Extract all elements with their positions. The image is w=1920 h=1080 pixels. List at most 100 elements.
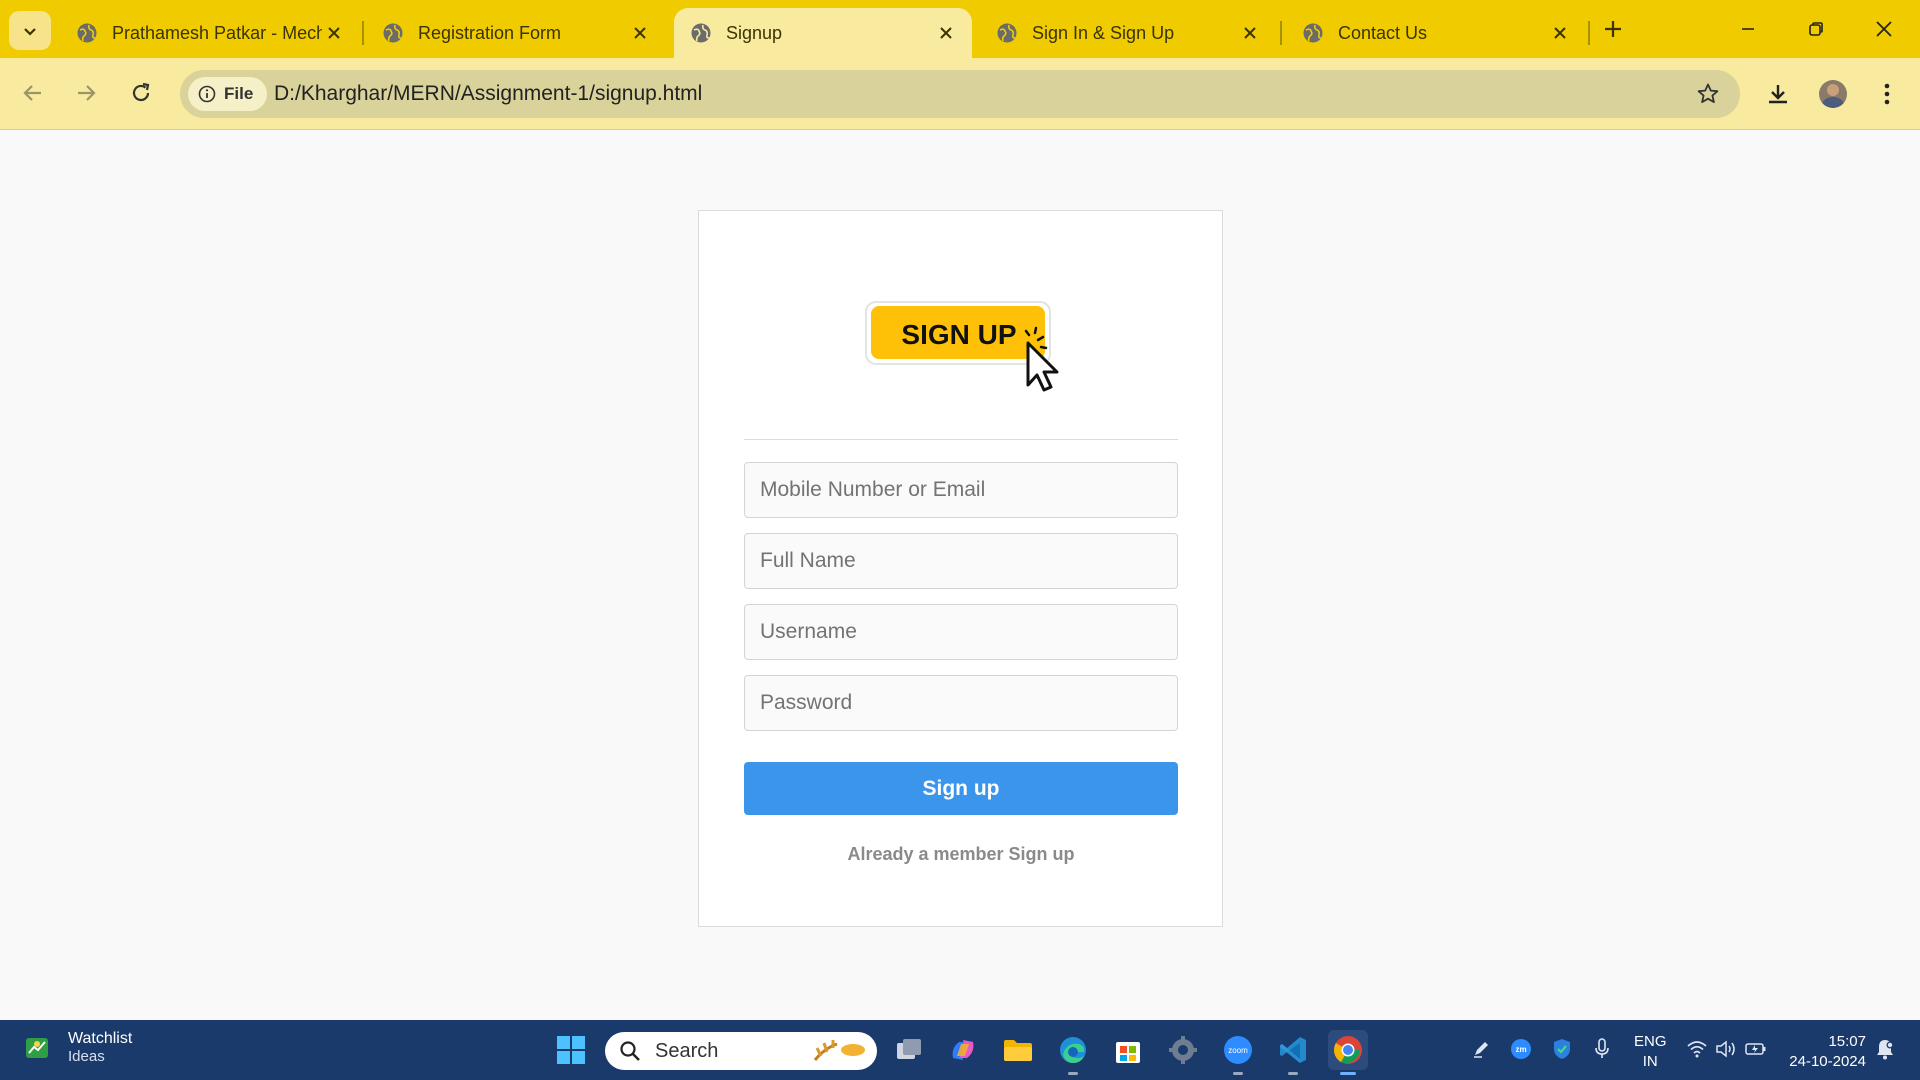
clock[interactable]: 15:07 24-10-2024: [1786, 1032, 1866, 1072]
close-icon[interactable]: [628, 21, 652, 45]
tab-title: Signup: [726, 22, 783, 43]
back-button[interactable]: [13, 73, 53, 113]
tab-4[interactable]: Sign In & Sign Up: [980, 8, 1276, 58]
svg-text:zm: zm: [1515, 1045, 1526, 1054]
full-name-input[interactable]: [744, 533, 1178, 589]
profile-button[interactable]: [1814, 75, 1852, 113]
bookmark-star-icon[interactable]: [1696, 82, 1720, 111]
volume-icon[interactable]: [1713, 1036, 1739, 1062]
signup-card: SIGN UP Sign up Already a member Sign up: [698, 210, 1223, 927]
language-code: ENG: [1634, 1033, 1667, 1050]
notification-icon[interactable]: [1872, 1036, 1898, 1062]
close-window-button[interactable]: [1856, 8, 1912, 50]
tab-3-active[interactable]: Signup: [674, 8, 972, 58]
store-icon: [1116, 1042, 1140, 1063]
start-button[interactable]: [551, 1030, 591, 1070]
avatar: [1819, 80, 1847, 108]
tab-separator: [1588, 21, 1590, 45]
tab-2[interactable]: Registration Form: [366, 8, 666, 58]
active-indicator: [1340, 1072, 1356, 1075]
globe-icon: [1303, 23, 1323, 43]
settings-button[interactable]: [1163, 1030, 1203, 1070]
battery-icon[interactable]: [1743, 1036, 1769, 1062]
stock-chart-icon: [20, 1031, 54, 1065]
password-input[interactable]: [744, 675, 1178, 731]
task-view-icon: [897, 1039, 921, 1059]
already-member-link[interactable]: Already a member Sign up: [744, 844, 1178, 865]
chrome-icon: [1334, 1036, 1362, 1064]
minimize-button[interactable]: [1720, 8, 1776, 50]
url-text: D:/Kharghar/MERN/Assignment-1/signup.htm…: [274, 82, 703, 105]
tab-separator: [362, 21, 364, 45]
tab-search-button[interactable]: [9, 11, 51, 50]
running-indicator: [1288, 1072, 1298, 1075]
wifi-icon[interactable]: [1684, 1036, 1710, 1062]
mobile-email-input[interactable]: [744, 462, 1178, 518]
globe-icon: [77, 23, 97, 43]
tab-1[interactable]: Prathamesh Patkar - Mecha: [60, 8, 360, 58]
logo-text: SIGN UP: [901, 319, 1016, 350]
username-input[interactable]: [744, 604, 1178, 660]
arrow-left-icon: [23, 85, 41, 101]
taskbar-search[interactable]: Search: [605, 1032, 877, 1070]
address-bar[interactable]: File D:/Kharghar/MERN/Assignment-1/signu…: [180, 70, 1740, 118]
close-icon: [1876, 21, 1892, 37]
file-explorer-button[interactable]: [998, 1030, 1038, 1070]
menu-button[interactable]: [1868, 75, 1906, 113]
signup-button[interactable]: Sign up: [744, 762, 1178, 815]
tab-title: Contact Us: [1338, 22, 1428, 43]
tab-title: Prathamesh Patkar - Mecha: [112, 22, 322, 43]
arrow-right-icon: [78, 85, 96, 101]
new-tab-button[interactable]: [1598, 14, 1628, 44]
signup-logo: SIGN UP: [865, 301, 1059, 392]
restore-button[interactable]: [1788, 8, 1844, 50]
pen-icon[interactable]: [1468, 1036, 1494, 1062]
close-icon[interactable]: [1548, 21, 1572, 45]
tab-separator: [1280, 21, 1282, 45]
close-icon[interactable]: [322, 21, 346, 45]
chevron-down-icon: [24, 27, 36, 36]
close-icon[interactable]: [934, 21, 958, 45]
zoom-button[interactable]: zoom: [1218, 1030, 1258, 1075]
copilot-icon: [952, 1040, 974, 1060]
globe-icon: [383, 23, 403, 43]
clock-time: 15:07: [1828, 1033, 1866, 1050]
language-indicator[interactable]: ENG IN: [1634, 1032, 1667, 1072]
browser-toolbar: File D:/Kharghar/MERN/Assignment-1/signu…: [0, 58, 1920, 130]
windows-icon: [557, 1036, 585, 1064]
edge-button[interactable]: [1053, 1030, 1093, 1075]
taskbar: Watchlist Ideas Search zoom zm ENG IN 15…: [0, 1020, 1920, 1080]
more-vertical-icon: [1884, 83, 1890, 105]
close-icon[interactable]: [1238, 21, 1262, 45]
globe-icon: [997, 23, 1017, 43]
reload-button[interactable]: [121, 73, 161, 113]
download-icon: [1769, 85, 1787, 104]
tab-5[interactable]: Contact Us: [1286, 8, 1586, 58]
minimize-icon: [1742, 28, 1754, 30]
search-icon: [620, 1041, 640, 1061]
microphone-icon[interactable]: [1589, 1036, 1615, 1062]
vscode-button[interactable]: [1273, 1030, 1313, 1075]
security-shield-icon[interactable]: [1549, 1036, 1575, 1062]
task-view-button[interactable]: [889, 1030, 929, 1070]
plus-icon: [1605, 21, 1621, 37]
tab-title: Sign In & Sign Up: [1032, 22, 1175, 43]
running-indicator: [1068, 1072, 1078, 1075]
zoom-tray-icon[interactable]: zm: [1508, 1036, 1534, 1062]
forward-button[interactable]: [66, 73, 106, 113]
info-icon: [198, 85, 216, 103]
edge-icon: [1060, 1037, 1086, 1063]
downloads-button[interactable]: [1759, 75, 1797, 113]
clock-date: 24-10-2024: [1789, 1053, 1866, 1070]
page-viewport: SIGN UP Sign up Already a member Sign up: [0, 131, 1920, 1020]
tab-strip: Prathamesh Patkar - Mecha Registration F…: [0, 0, 1920, 58]
reload-icon: [132, 82, 150, 102]
chrome-button[interactable]: [1328, 1030, 1368, 1075]
site-info-chip[interactable]: File: [188, 77, 268, 111]
copilot-button[interactable]: [943, 1030, 983, 1070]
watchlist-widget[interactable]: Watchlist Ideas: [20, 1030, 132, 1065]
region-code: IN: [1642, 1053, 1658, 1070]
tab-title: Registration Form: [418, 22, 562, 43]
search-placeholder: Search: [655, 1039, 719, 1062]
store-button[interactable]: [1108, 1030, 1148, 1070]
